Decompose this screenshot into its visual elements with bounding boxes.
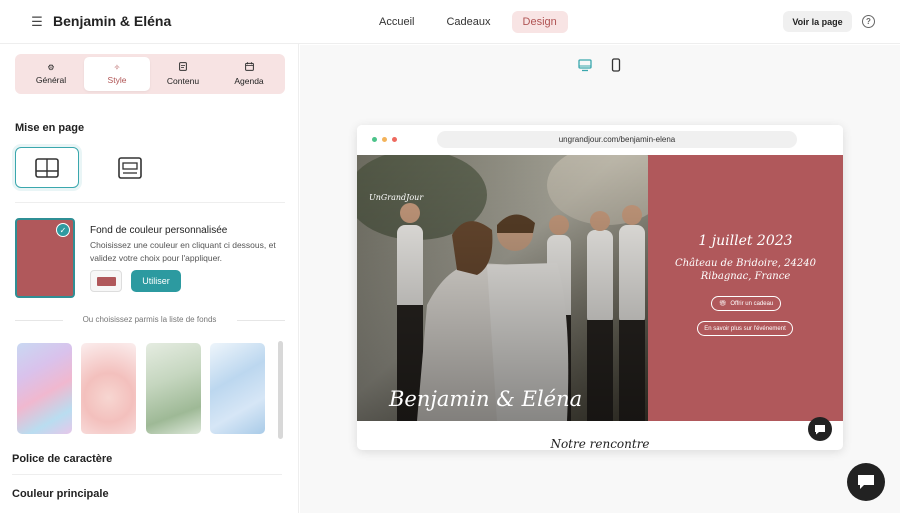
story-section-title: Notre rencontre xyxy=(550,437,650,450)
couple-photo: UnGrandJour Benjamin & Eléna xyxy=(357,155,648,421)
calendar-icon xyxy=(244,62,254,73)
top-bar: ☰ Benjamin & Eléna Accueil Cadeaux Desig… xyxy=(0,0,900,44)
divider xyxy=(12,474,282,475)
custom-bg-description: Choisissez une couleur en cliquant ci de… xyxy=(90,240,276,263)
nav-design[interactable]: Design xyxy=(511,11,568,33)
event-place-line1: Château de Bridoire, 24240 xyxy=(675,258,816,269)
background-thumbnail[interactable] xyxy=(81,343,136,434)
color-picker-button[interactable] xyxy=(90,270,122,292)
background-list-label: Ou choisissez parmis la liste de fonds xyxy=(82,315,217,324)
window-dot xyxy=(392,137,397,142)
event-date: 1 juillet 2023 xyxy=(698,233,793,249)
divider xyxy=(15,202,285,203)
chat-icon xyxy=(815,424,825,434)
background-thumbnail[interactable] xyxy=(210,343,265,434)
color-swatch xyxy=(96,276,116,286)
tab-style-label: Style xyxy=(107,74,127,85)
sparkles-icon: ✧ xyxy=(113,62,121,72)
layout-option-stacked[interactable] xyxy=(98,147,162,188)
main-nav: Accueil Cadeaux Design xyxy=(368,11,568,33)
tab-general[interactable]: ⚙ Général xyxy=(18,57,84,91)
sidebar: ⚙ Général ✧ Style Contenu Agenda Mise en… xyxy=(0,44,299,513)
window-dot xyxy=(382,137,387,142)
background-thumbnail[interactable] xyxy=(146,343,201,434)
couple-names: Benjamin & Eléna xyxy=(389,387,583,411)
desktop-view-icon[interactable] xyxy=(578,58,592,72)
tab-contenu-label: Contenu xyxy=(166,76,200,86)
url-bar: ungrandjour.com/benjamin-elena xyxy=(437,131,797,148)
event-info-panel: 1 juillet 2023 Château de Bridoire, 2424… xyxy=(648,155,843,421)
site-logo: UnGrandJour xyxy=(369,193,424,202)
event-place-line2: Ribagnac, France xyxy=(700,271,791,282)
layout-title: Mise en page xyxy=(15,122,85,134)
browser-bar: ungrandjour.com/benjamin-elena xyxy=(357,125,843,155)
tab-style[interactable]: ✧ Style xyxy=(84,57,150,91)
gift-button-label: Offrir un cadeau xyxy=(730,300,774,307)
tab-general-label: Général xyxy=(35,74,67,85)
mobile-view-icon[interactable] xyxy=(609,58,623,72)
gift-icon: 🎁︎ xyxy=(718,301,727,307)
main-color-section-header[interactable]: Couleur principale xyxy=(12,488,109,500)
custom-bg-title: Fond de couleur personnalisée xyxy=(90,225,228,236)
browser-preview: ungrandjour.com/benjamin-elena UnGrandJo… xyxy=(357,125,843,450)
chat-bubble-small[interactable] xyxy=(808,417,832,441)
thumbnails-scrollbar[interactable] xyxy=(278,341,283,439)
view-page-button[interactable]: Voir la page xyxy=(783,11,852,32)
layout-option-split[interactable] xyxy=(15,147,79,188)
gear-icon: ⚙ xyxy=(47,62,55,72)
menu-icon[interactable]: ☰ xyxy=(27,12,47,32)
document-icon xyxy=(179,62,187,73)
preview-canvas: ungrandjour.com/benjamin-elena UnGrandJo… xyxy=(300,45,900,513)
use-color-button[interactable]: Utiliser xyxy=(131,270,181,292)
layout-stacked-icon xyxy=(118,156,142,179)
nav-cadeaux[interactable]: Cadeaux xyxy=(435,11,501,33)
event-info-button[interactable]: En savoir plus sur l'événement xyxy=(697,321,793,336)
help-icon[interactable]: ? xyxy=(862,15,875,28)
font-section-header[interactable]: Police de caractère xyxy=(12,453,112,465)
tab-agenda-label: Agenda xyxy=(234,76,264,86)
app-title: Benjamin & Eléna xyxy=(53,13,172,29)
tab-agenda[interactable]: Agenda xyxy=(216,57,282,91)
settings-tabs: ⚙ Général ✧ Style Contenu Agenda xyxy=(15,54,285,94)
chat-button[interactable] xyxy=(847,463,885,501)
gift-button[interactable]: 🎁︎ Offrir un cadeau xyxy=(711,296,781,311)
chat-icon xyxy=(858,475,874,489)
check-icon: ✓ xyxy=(56,223,70,237)
background-thumbnail[interactable] xyxy=(17,343,72,434)
layout-split-icon xyxy=(35,157,59,178)
tab-contenu[interactable]: Contenu xyxy=(150,57,216,91)
nav-accueil[interactable]: Accueil xyxy=(368,11,425,33)
window-dot xyxy=(372,137,377,142)
